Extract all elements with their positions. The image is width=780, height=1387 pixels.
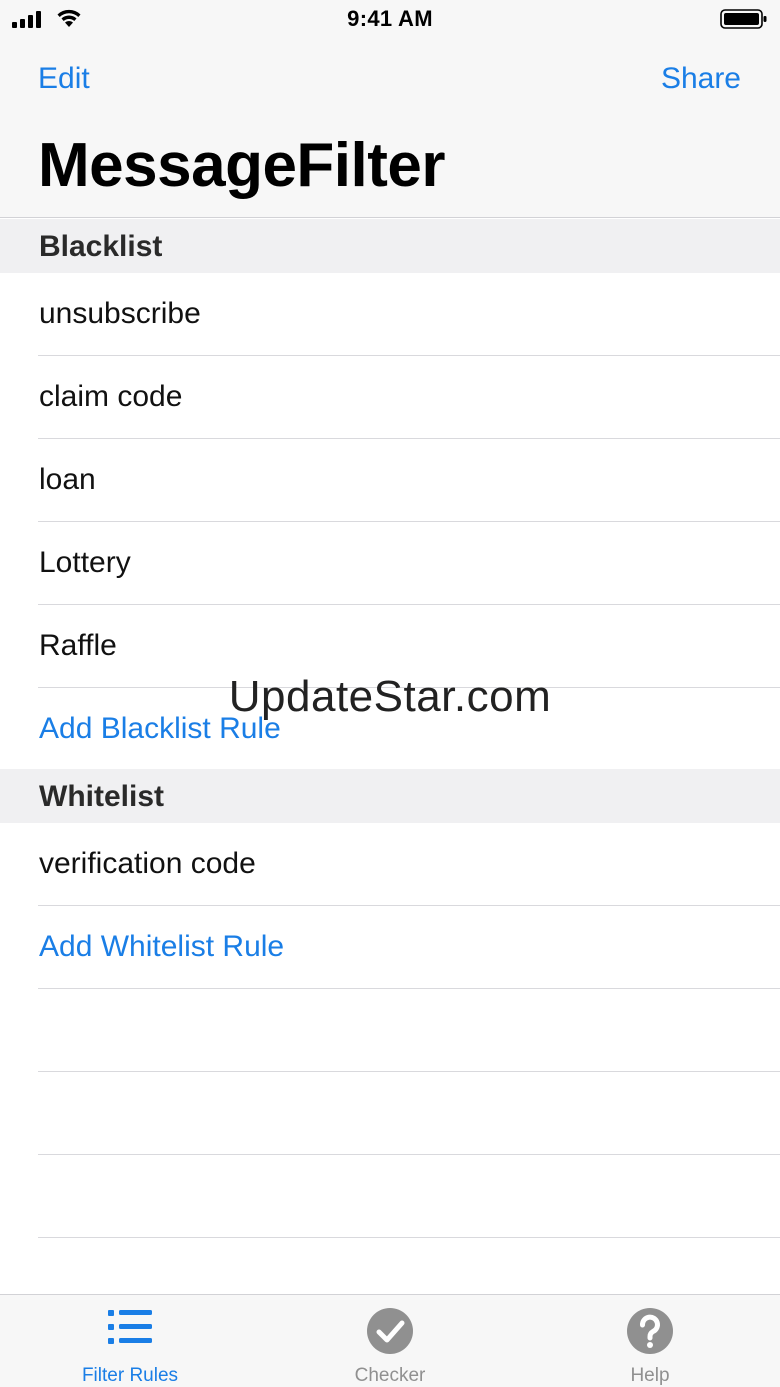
list-item[interactable]: unsubscribe [0,273,780,356]
edit-button[interactable]: Edit [38,62,90,96]
rule-label: unsubscribe [39,297,201,330]
list-item[interactable]: claim code [0,356,780,439]
add-whitelist-rule-label: Add Whitelist Rule [39,930,285,963]
rule-label: verification code [39,847,256,880]
status-bar: 9:41 AM [0,0,780,38]
tab-filter-rules[interactable]: Filter Rules [0,1295,260,1387]
watermark: UpdateStar.com [228,672,552,721]
rule-label: claim code [39,380,183,413]
page-title: MessageFilter [38,131,446,200]
empty-row [0,989,780,1072]
list-item[interactable]: loan [0,439,780,522]
tab-label: Checker [354,1365,426,1386]
battery-icon [720,9,767,29]
list-item[interactable]: Lottery [0,522,780,605]
rule-label: Raffle [39,629,117,662]
empty-row [0,1072,780,1155]
question-circle-icon [627,1308,673,1354]
tab-bar: Filter Rules Checker Help [0,1294,780,1387]
tab-label: Help [630,1365,670,1386]
rule-label: Lottery [39,546,131,579]
tab-help[interactable]: Help [520,1295,780,1387]
list-icon [108,1310,152,1344]
empty-row [0,1155,780,1238]
add-whitelist-rule-button[interactable]: Add Whitelist Rule [0,906,780,989]
section-header-blacklist: Blacklist [0,219,780,273]
navigation-bar: Edit Share MessageFilter [0,38,780,218]
section-header-label: Whitelist [39,780,164,813]
checkmark-circle-icon [367,1308,413,1354]
tab-checker[interactable]: Checker [260,1295,520,1387]
rule-label: loan [39,463,96,496]
section-header-whitelist: Whitelist [0,769,780,823]
tab-label: Filter Rules [81,1365,179,1386]
status-time: 9:41 AM [347,6,433,31]
list-item[interactable]: verification code [0,823,780,906]
share-button[interactable]: Share [661,62,741,96]
section-header-label: Blacklist [39,230,163,263]
